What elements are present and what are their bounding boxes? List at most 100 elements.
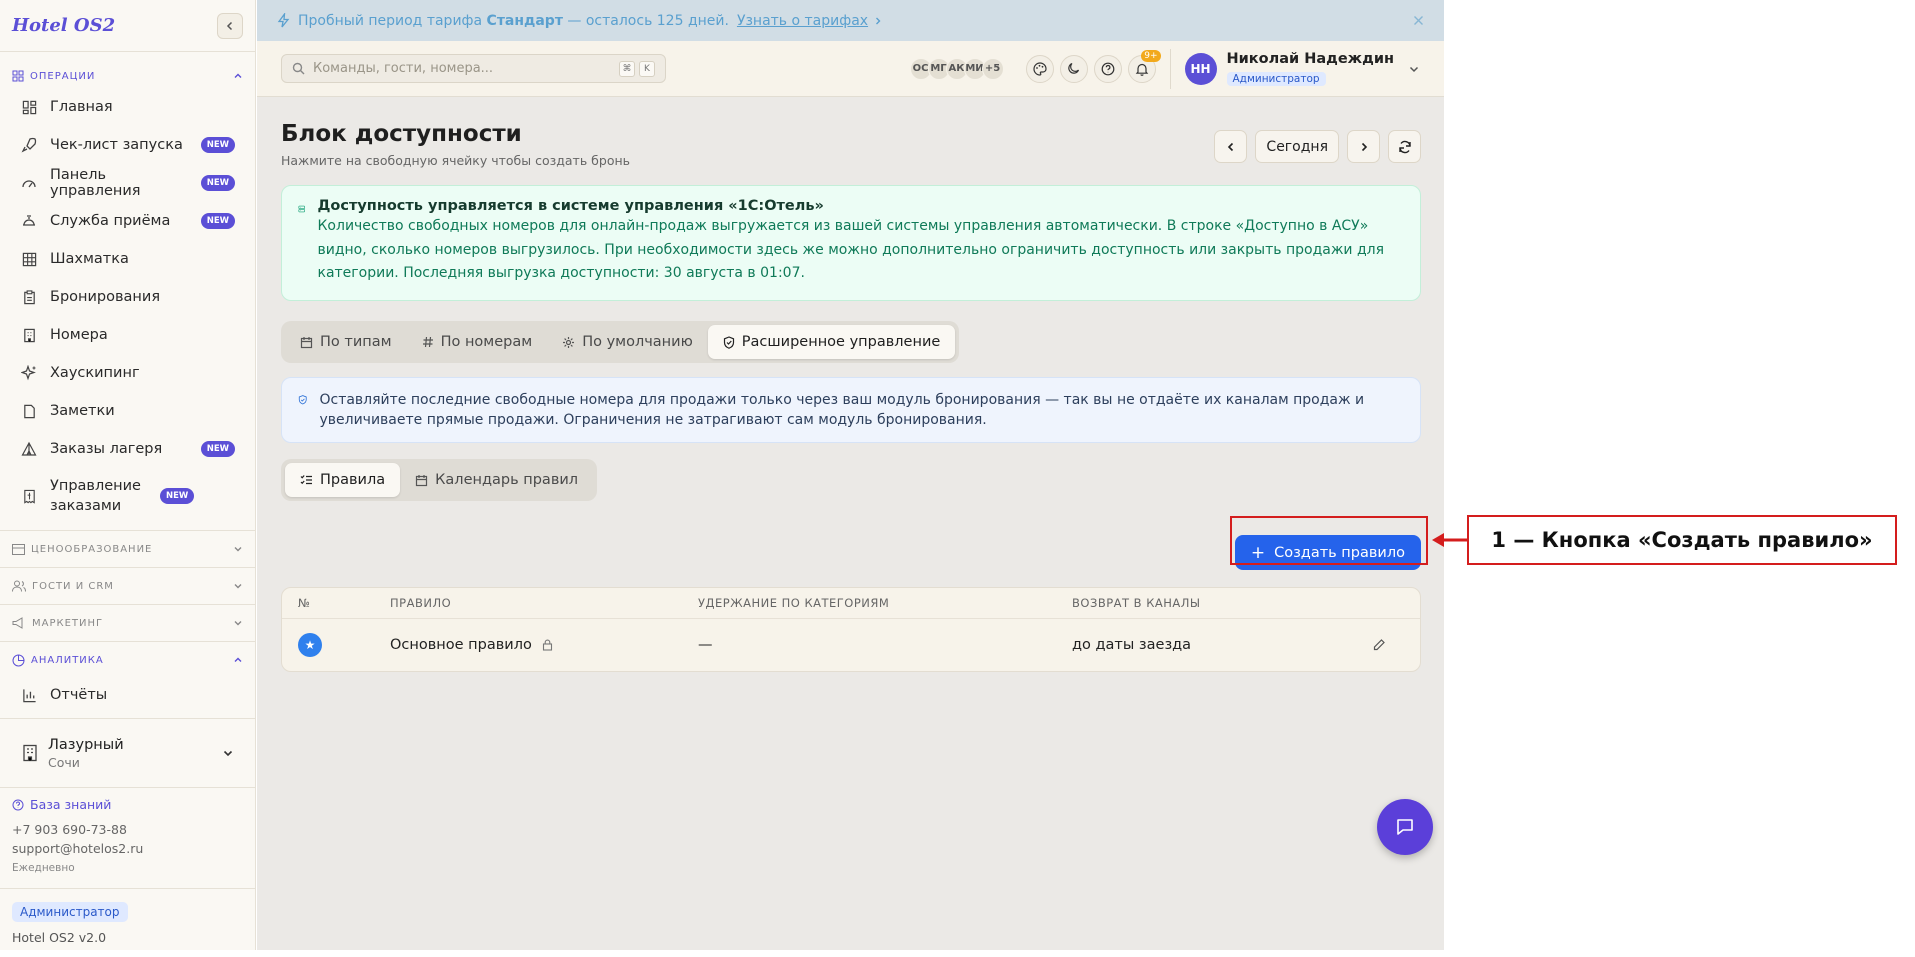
- calendar-icon: [300, 336, 313, 348]
- user-avatar: НН: [1184, 52, 1217, 85]
- sidebar-item-label: Хаускипинг: [50, 365, 140, 381]
- sidebar-item-rooms[interactable]: Номера: [0, 316, 255, 354]
- chat-button[interactable]: [1377, 799, 1433, 855]
- sidebar-item-order-management[interactable]: Управление заказами NEW: [0, 468, 255, 524]
- command-search[interactable]: Команды, гости, номера... ⌘ K: [281, 54, 666, 83]
- pms-info-banner: Доступность управляется в системе управл…: [281, 185, 1421, 301]
- close-icon: [1414, 16, 1423, 25]
- support-phone[interactable]: +7 903 690-73-88: [12, 822, 143, 837]
- rule-hold: —: [698, 637, 713, 653]
- sidebar-item-control-panel[interactable]: Панель управления NEW: [0, 164, 255, 202]
- edit-rule-button[interactable]: [1372, 638, 1420, 652]
- new-badge: NEW: [200, 441, 235, 457]
- tab-rules-calendar[interactable]: Календарь правил: [400, 463, 593, 497]
- rules-table: № ПРАВИЛО УДЕРЖАНИЕ ПО КАТЕГОРИЯМ ВОЗВРА…: [281, 587, 1421, 672]
- pms-info-text: Количество свободных номеров для онлайн-…: [317, 218, 1385, 281]
- close-banner-button[interactable]: [1413, 15, 1424, 26]
- col-rule: ПРАВИЛО: [390, 596, 452, 610]
- sidebar-collapse-button[interactable]: [217, 12, 243, 39]
- hash-icon: [422, 336, 433, 348]
- pms-info-title: Доступность управляется в системе управл…: [317, 198, 824, 214]
- sidebar-item-launch-checklist[interactable]: Чек-лист запуска NEW: [0, 126, 255, 164]
- tab-advanced[interactable]: Расширенное управление: [707, 325, 956, 359]
- tab-rules[interactable]: Правила: [285, 463, 401, 497]
- trial-plan: Стандарт: [486, 12, 563, 29]
- section-pricing[interactable]: ЦЕНООБРАЗОВАНИЕ: [0, 530, 255, 567]
- online-users[interactable]: ОС МГ АК МИ +5: [909, 57, 1004, 80]
- clipboard-icon: [23, 289, 35, 304]
- refresh-icon: [1398, 140, 1411, 153]
- pricing-link[interactable]: Узнать о тарифах: [737, 13, 868, 29]
- col-number: №: [298, 596, 311, 610]
- knowledge-base-link[interactable]: База знаний: [12, 797, 143, 812]
- rule-name: Основное правило: [390, 637, 532, 653]
- sidebar-item-reports[interactable]: Отчёты: [0, 676, 255, 714]
- tab-by-rooms[interactable]: По номерам: [407, 325, 548, 359]
- refresh-button[interactable]: [1388, 130, 1421, 163]
- sidebar-item-housekeeping[interactable]: Хаускипинг: [0, 354, 255, 392]
- gear-icon: [563, 336, 575, 348]
- sidebar-item-camp-orders[interactable]: Заказы лагеря NEW: [0, 430, 255, 468]
- section-operations[interactable]: ОПЕРАЦИИ: [0, 66, 255, 86]
- annotation-highlight: [1230, 516, 1428, 565]
- pie-chart-icon: [12, 654, 25, 666]
- sidebar-item-bookings[interactable]: Бронирования: [0, 278, 255, 316]
- chevron-right-icon: [1361, 142, 1367, 151]
- sidebar-item-home[interactable]: Главная: [0, 88, 255, 126]
- sidebar-item-label: Бронирования: [50, 289, 161, 305]
- notifications-button[interactable]: 9+: [1127, 49, 1161, 83]
- list-check-icon: [300, 475, 312, 485]
- next-button[interactable]: [1347, 130, 1380, 163]
- table-header: № ПРАВИЛО УДЕРЖАНИЕ ПО КАТЕГОРИЯМ ВОЗВРА…: [282, 588, 1420, 619]
- hotel-switcher[interactable]: Лазурный Сочи: [0, 718, 256, 788]
- section-analytics-label: АНАЛИТИКА: [31, 654, 104, 666]
- lock-icon: [543, 639, 553, 651]
- sidebar-item-chessboard[interactable]: Шахматка: [0, 240, 255, 278]
- help-button[interactable]: [1093, 54, 1122, 83]
- credit-card-icon: [12, 543, 25, 555]
- knowledge-base-label: База знаний: [30, 797, 112, 812]
- section-marketing[interactable]: МАРКЕТИНГ: [0, 604, 255, 641]
- app-logo[interactable]: Hotel OS2: [12, 15, 115, 36]
- today-button[interactable]: Сегодня: [1255, 130, 1339, 163]
- section-analytics[interactable]: АНАЛИТИКА: [0, 641, 255, 678]
- bell-icon: [23, 215, 35, 226]
- direct-sales-text: Оставляйте последние свободные номера дл…: [319, 392, 1365, 428]
- shield-icon: [723, 335, 734, 349]
- prev-button[interactable]: [1214, 130, 1248, 163]
- new-badge: NEW: [160, 488, 195, 504]
- chevron-left-icon: [226, 21, 233, 30]
- top-bar: Команды, гости, номера... ⌘ K ОС МГ АК М…: [257, 41, 1444, 97]
- tent-icon: [21, 441, 37, 456]
- app-version: Hotel OS2 v2.0: [12, 930, 107, 945]
- support-email[interactable]: support@hotelos2.ru: [12, 841, 143, 856]
- chevron-down-icon: [223, 750, 233, 757]
- date-navigation: Сегодня: [1214, 130, 1421, 163]
- new-badge: NEW: [200, 137, 235, 153]
- theme-palette-button[interactable]: [1025, 54, 1054, 83]
- sidebar-item-label: Номера: [50, 327, 108, 343]
- users-icon: [12, 580, 26, 592]
- pencil-icon: [1373, 639, 1385, 651]
- tab-by-types[interactable]: По типам: [285, 325, 407, 359]
- section-marketing-label: МАРКЕТИНГ: [32, 617, 104, 629]
- section-operations-label: ОПЕРАЦИИ: [30, 70, 96, 82]
- chevron-down-icon: [234, 584, 242, 589]
- role-badge: Администратор: [12, 902, 128, 922]
- tab-label: Расширенное управление: [741, 334, 941, 350]
- dark-mode-button[interactable]: [1059, 54, 1088, 83]
- sidebar-item-notes[interactable]: Заметки: [0, 392, 255, 430]
- star-icon: ★: [298, 633, 322, 657]
- support-block: База знаний +7 903 690-73-88 support@hot…: [12, 797, 143, 874]
- user-menu[interactable]: НН Николай Надеждин Администратор: [1184, 51, 1421, 86]
- rule-return: до даты заезда: [1072, 637, 1192, 653]
- tab-default[interactable]: По умолчанию: [547, 325, 708, 359]
- server-icon: [298, 205, 305, 213]
- table-row[interactable]: ★ Основное правило — до даты заезда: [282, 619, 1420, 671]
- hotel-name: Лазурный: [48, 736, 124, 753]
- trial-banner: Пробный период тарифа Стандарт — осталос…: [257, 0, 1444, 41]
- section-guests-crm[interactable]: ГОСТИ И CRM: [0, 567, 255, 604]
- sidebar-item-front-desk[interactable]: Служба приёма NEW: [0, 202, 255, 240]
- gauge-icon: [22, 180, 36, 188]
- bar-chart-icon: [22, 688, 36, 702]
